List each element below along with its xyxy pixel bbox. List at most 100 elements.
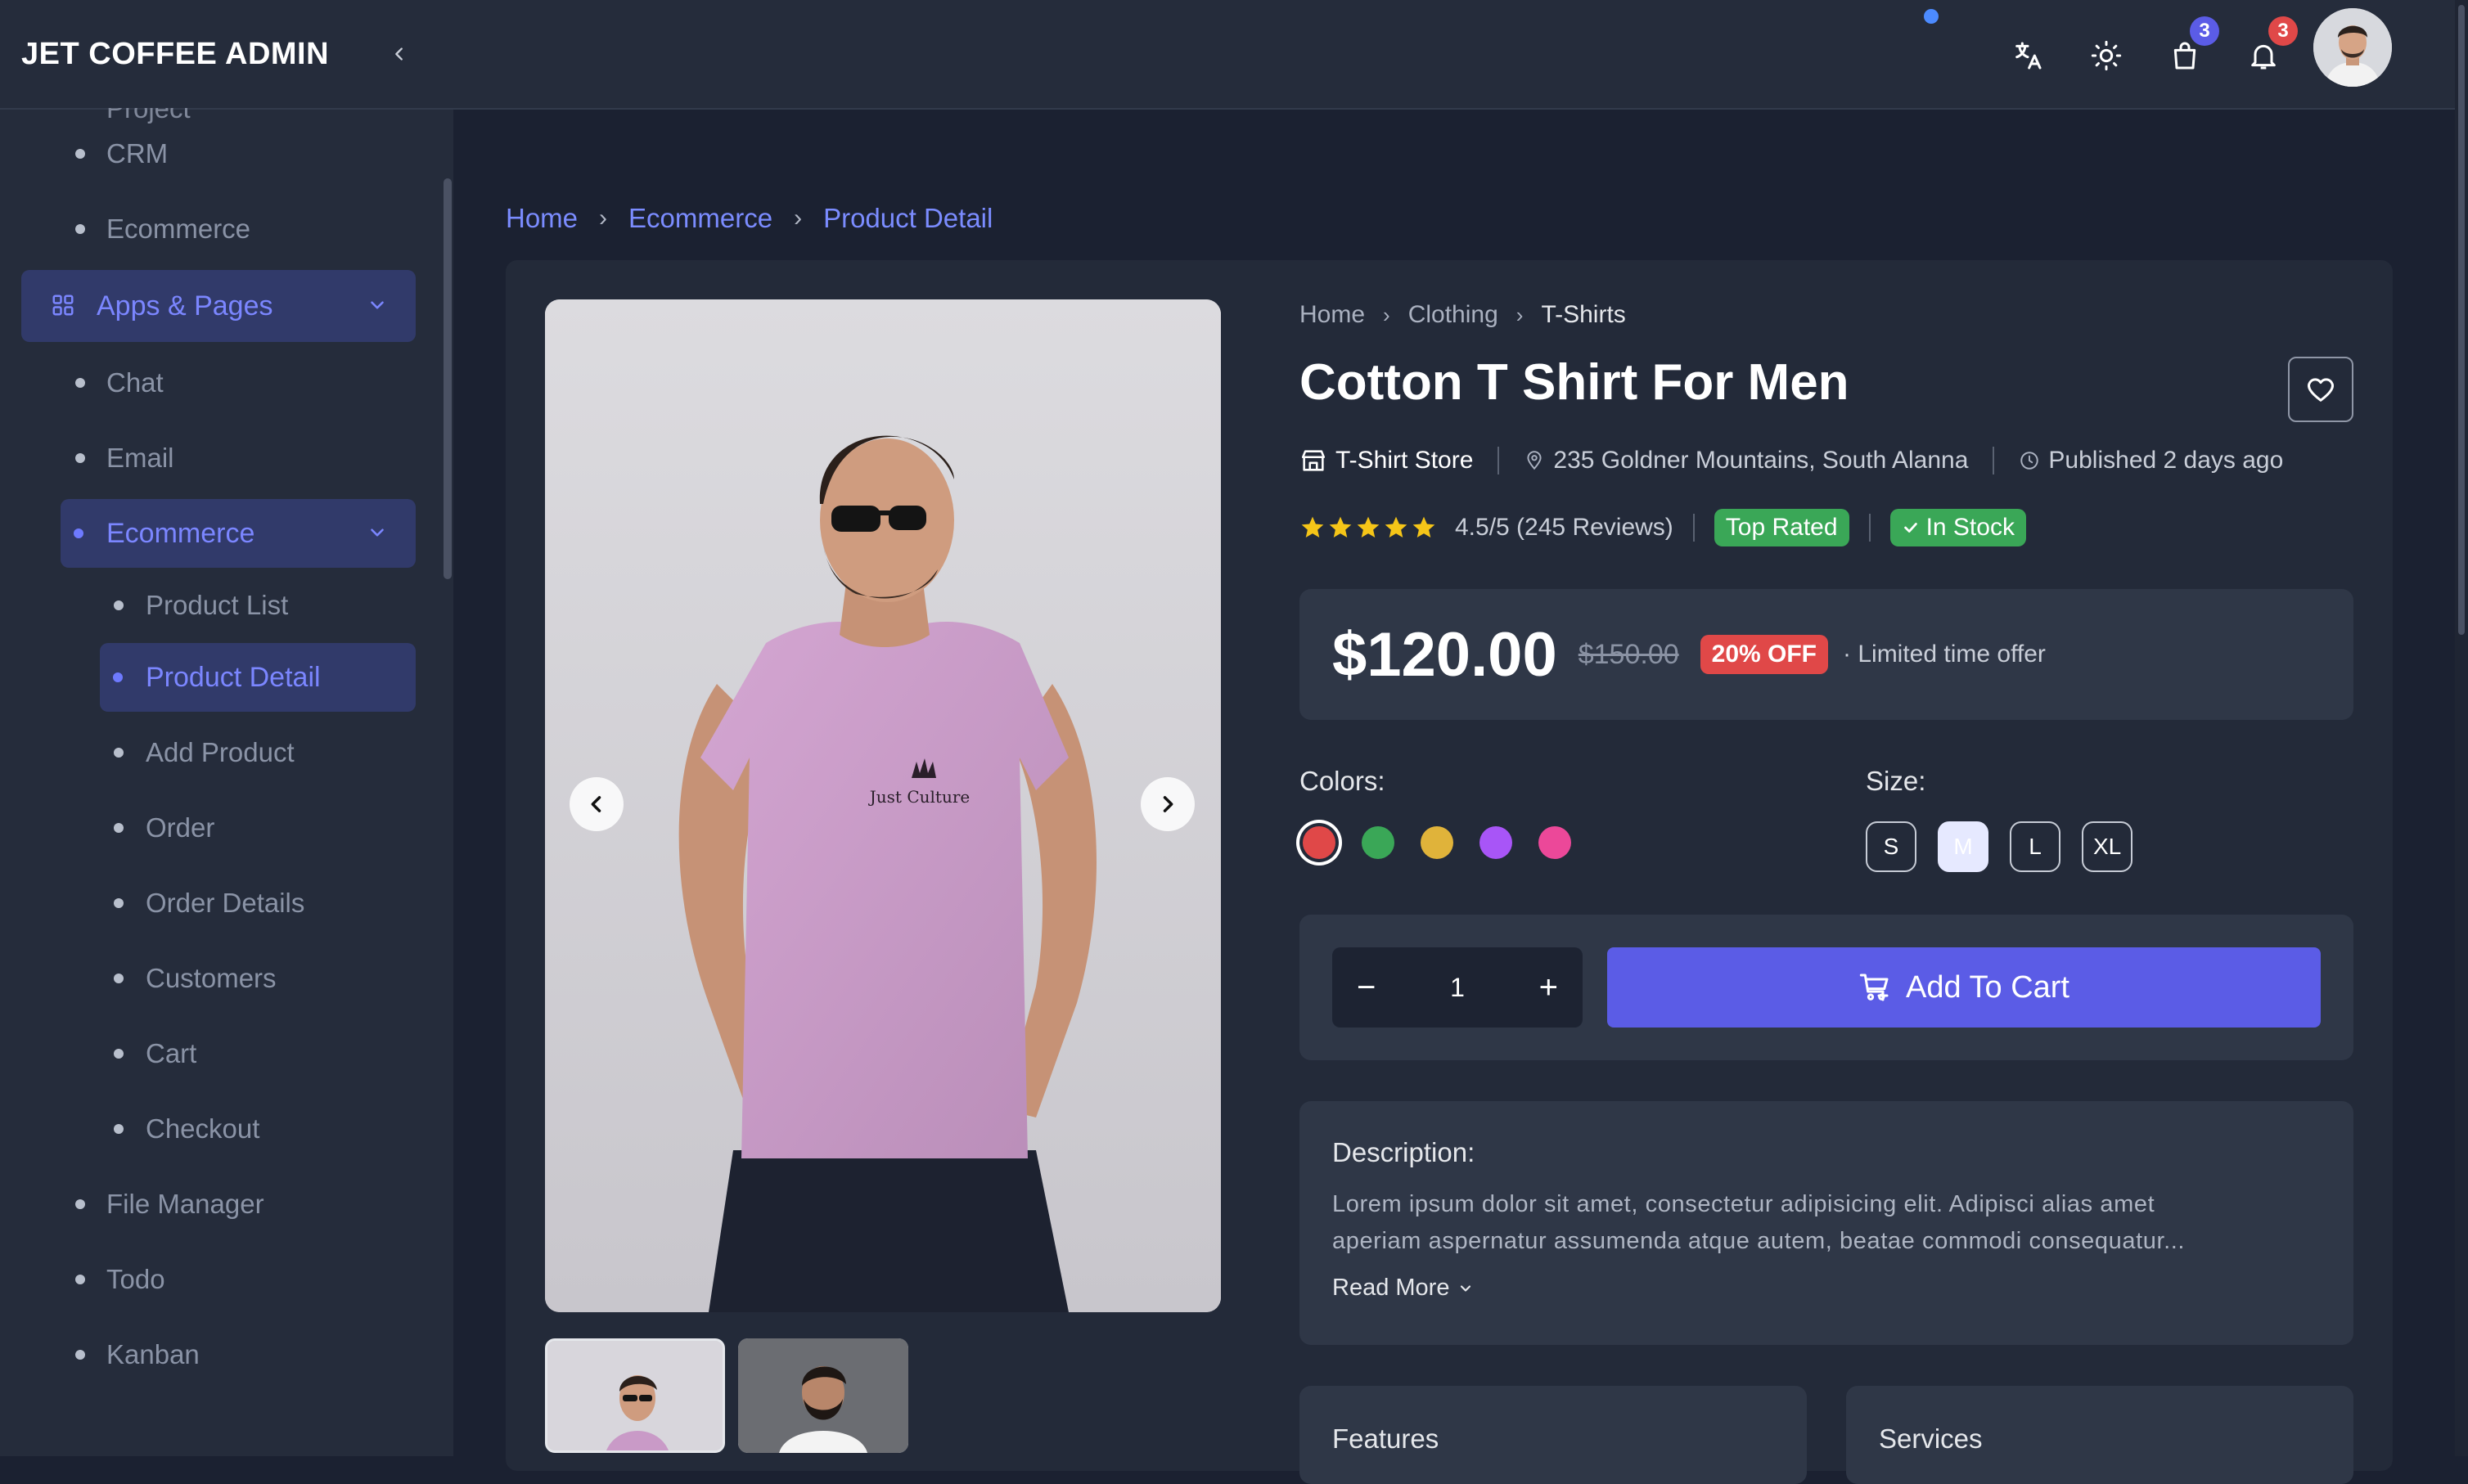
color-swatch[interactable] [1303, 826, 1335, 859]
sidebar-item-order-details[interactable]: Order Details [0, 866, 453, 941]
description-line-2: aperiam aspernatur assumenda atque autem… [1332, 1228, 2186, 1254]
features-title: Features [1332, 1423, 1439, 1454]
divider [1993, 447, 1995, 474]
wishlist-button[interactable] [2288, 357, 2353, 422]
breadcrumb: Home › Ecommerce › Product Detail [506, 203, 993, 234]
sidebar-item-order[interactable]: Order [0, 790, 453, 866]
sidebar-subgroup-ecommerce[interactable]: Ecommerce [61, 499, 416, 568]
color-swatch[interactable] [1421, 826, 1453, 859]
sidebar-item-label: Product Detail [146, 661, 321, 693]
map-pin-icon [1527, 451, 1542, 470]
cart-plus-icon [1859, 974, 1889, 1001]
in-stock-label: In Stock [1925, 514, 2015, 541]
cart-button[interactable]: 3 [2164, 16, 2219, 77]
sidebar-item-add-product[interactable]: Add Product [0, 715, 453, 790]
sidebar-item-file-manager[interactable]: File Manager [0, 1167, 453, 1242]
sidebar-item-label: Chat [106, 367, 164, 398]
next-image-button[interactable] [1141, 777, 1195, 831]
translate-icon [2015, 42, 2042, 70]
breadcrumb-product-detail[interactable]: Product Detail [823, 203, 993, 234]
star-icon [1301, 516, 1324, 537]
sidebar-item-checkout[interactable]: Checkout [0, 1091, 453, 1167]
in-stock-badge: In Stock [1889, 509, 2026, 546]
quantity-stepper: − 1 + [1332, 947, 1583, 1028]
thumbnail-1[interactable] [545, 1338, 725, 1453]
sidebar-item-crm[interactable]: CRM [0, 116, 453, 191]
sidebar-header: JET COFFEE ADMIN [0, 0, 453, 110]
sidebar-item-cart[interactable]: Cart [0, 1016, 453, 1091]
published-text: Published 2 days ago [2048, 447, 2284, 474]
sidebar-item-email[interactable]: Email [0, 420, 453, 496]
color-swatch[interactable] [1362, 826, 1394, 859]
sidebar-nav: Project CRM Ecommerce Apps & Pages Chat … [0, 108, 453, 1392]
product-crumb-clothing[interactable]: Clothing [1408, 301, 1498, 329]
page-scrollbar[interactable] [2455, 0, 2468, 1456]
thumbnail-2[interactable] [738, 1338, 908, 1453]
sidebar-item-label: Order Details [146, 888, 305, 918]
services-title: Services [1879, 1423, 1983, 1454]
price: $120.00 [1332, 619, 1557, 690]
sidebar-item-label: Order [146, 812, 215, 843]
chevron-left-icon [591, 796, 601, 812]
product-meta: T-Shirt Store 235 Goldner Mountains, Sou… [1299, 447, 2283, 474]
colors-label: Colors: [1299, 766, 1385, 796]
store-info[interactable]: T-Shirt Store [1299, 447, 1473, 474]
clock-icon [2020, 452, 2039, 470]
breadcrumb-ecommerce[interactable]: Ecommerce [628, 203, 772, 234]
add-to-cart-button[interactable]: Add To Cart [1607, 947, 2321, 1028]
product-crumb-home[interactable]: Home [1299, 301, 1365, 329]
chevron-left-icon [395, 47, 403, 61]
sidebar-item-customers[interactable]: Customers [0, 941, 453, 1016]
grid-icon [52, 295, 74, 316]
size-option[interactable]: XL [2082, 821, 2133, 872]
decrement-button[interactable]: − [1357, 969, 1376, 1006]
sidebar-item-ecommerce-dashboard[interactable]: Ecommerce [0, 191, 453, 267]
features-card: Features [1299, 1386, 1807, 1484]
increment-button[interactable]: + [1539, 969, 1558, 1006]
product-title: Cotton T Shirt For Men [1299, 354, 1849, 411]
size-option[interactable]: M [1938, 821, 1988, 872]
avatar[interactable] [2313, 8, 2392, 87]
app-title: JET COFFEE ADMIN [21, 36, 330, 71]
sun-icon [2091, 40, 2122, 71]
sidebar-item-label: Todo [106, 1264, 165, 1294]
chevron-right-icon: › [794, 205, 803, 232]
color-swatch[interactable] [1479, 826, 1512, 859]
rating-text: 4.5/5 (245 Reviews) [1455, 514, 1673, 541]
chevron-down-icon [371, 528, 384, 537]
size-option[interactable]: L [2010, 821, 2060, 872]
services-card: Services [1846, 1386, 2353, 1484]
color-swatch[interactable] [1538, 826, 1571, 859]
notifications-button[interactable]: 3 [2242, 16, 2298, 77]
theme-toggle-button[interactable] [2085, 34, 2128, 77]
discount-badge: 20% OFF [1700, 635, 1829, 674]
sidebar-item-label: Checkout [146, 1113, 260, 1144]
translate-button[interactable] [2006, 34, 2049, 77]
size-label: Size: [1866, 766, 1926, 796]
star-icon [1412, 516, 1435, 537]
svg-text:Just Culture: Just Culture [868, 787, 970, 807]
sidebar-item-label: Email [106, 443, 174, 473]
sidebar-item-label: File Manager [106, 1189, 264, 1219]
sidebar-group-apps-pages[interactable]: Apps & Pages [21, 270, 416, 342]
star-icon [1385, 516, 1407, 537]
sidebar-item-product-list[interactable]: Product List [0, 568, 453, 643]
chevron-right-icon [1163, 796, 1173, 812]
collapse-sidebar-button[interactable] [383, 38, 416, 70]
sidebar-item-kanban[interactable]: Kanban [0, 1317, 453, 1392]
location-text: 235 Goldner Mountains, South Alanna [1553, 447, 1969, 474]
breadcrumb-home[interactable]: Home [506, 203, 578, 234]
sidebar-item-chat[interactable]: Chat [0, 345, 453, 420]
previous-image-button[interactable] [570, 777, 624, 831]
heart-icon [2307, 378, 2335, 402]
size-option[interactable]: S [1866, 821, 1916, 872]
quantity-value[interactable]: 1 [1450, 973, 1465, 1003]
sidebar-item-product-detail[interactable]: Product Detail [100, 643, 416, 712]
sidebar-item-label: Kanban [106, 1339, 200, 1369]
star-rating [1299, 515, 1437, 541]
sidebar-item-todo[interactable]: Todo [0, 1242, 453, 1317]
chevron-right-icon: › [599, 205, 608, 232]
description-line-1: Lorem ipsum dolor sit amet, consectetur … [1332, 1191, 2155, 1217]
read-more-button[interactable]: Read More [1332, 1275, 1474, 1302]
store-icon [1301, 450, 1326, 471]
